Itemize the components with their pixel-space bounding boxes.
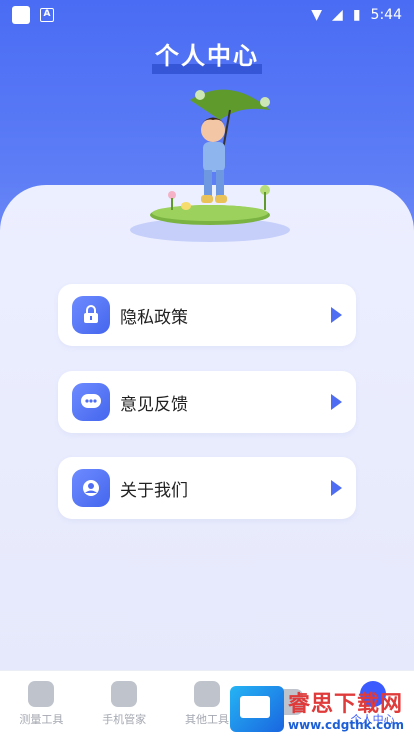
watermark-logo-icon: [230, 686, 284, 732]
watermark: 睿思下载网 www.cdgthk.com: [230, 682, 414, 736]
arrow-right-icon: [331, 394, 342, 410]
layers-icon: [193, 680, 220, 707]
menu-item-about-us[interactable]: 关于我们: [58, 457, 356, 519]
tab-measure-tools[interactable]: 测量工具: [1, 680, 81, 727]
chat-bubble-icon: [72, 383, 110, 421]
status-time: 5:44: [370, 7, 402, 23]
tab-label: 其他工具: [184, 712, 229, 726]
tab-label: 手机管家: [102, 712, 147, 726]
tab-phone-manager[interactable]: 手机管家: [84, 680, 164, 727]
wifi-icon: ▼: [311, 7, 323, 23]
notification-square-icon: [12, 6, 30, 24]
watermark-name: 睿思下载网: [288, 692, 404, 717]
phone-manager-icon: [111, 680, 138, 707]
arrow-right-icon: [331, 307, 342, 323]
menu-item-feedback[interactable]: 意见反馈: [58, 371, 356, 433]
signal-icon: ◢: [332, 7, 343, 23]
page-title: 个人中心: [155, 42, 259, 70]
a-notification-icon: A: [40, 8, 54, 22]
tab-label: 测量工具: [19, 712, 64, 726]
measure-icon: [28, 680, 55, 707]
menu-label: 意见反馈: [120, 394, 188, 415]
menu-item-privacy-policy[interactable]: 隐私政策: [58, 284, 356, 346]
menu-label: 隐私政策: [120, 307, 188, 328]
info-icon: [72, 469, 110, 507]
menu-label: 关于我们: [120, 480, 188, 501]
girl-umbrella-illustration: [130, 89, 290, 242]
watermark-url: www.cdgthk.com: [288, 718, 405, 732]
lock-icon: [72, 296, 110, 334]
battery-icon: ▮: [352, 7, 361, 23]
status-bar: A ▼ ◢ ▮ 5:44: [0, 0, 414, 30]
arrow-right-icon: [331, 480, 342, 496]
